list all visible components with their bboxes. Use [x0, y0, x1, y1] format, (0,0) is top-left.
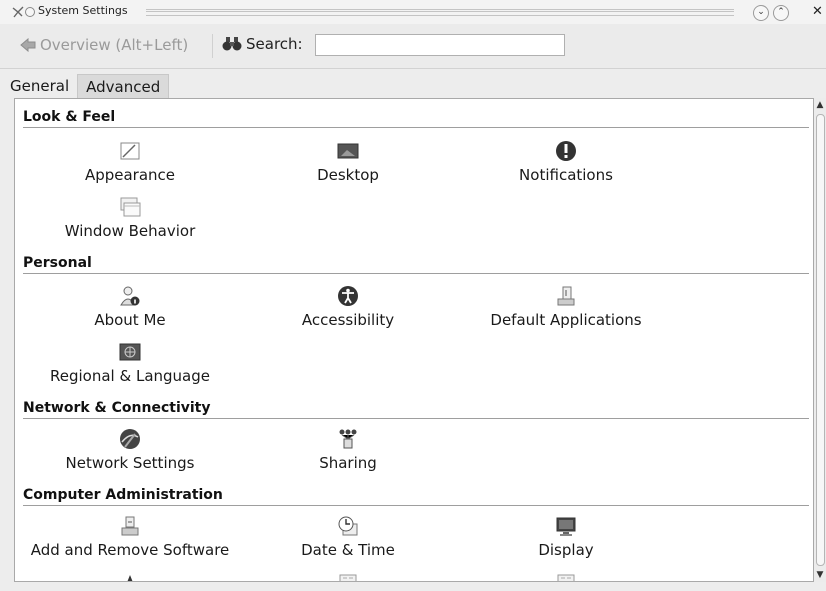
desktop-item[interactable]: Desktop	[233, 140, 463, 184]
appearance-item[interactable]: Appearance	[15, 140, 245, 184]
category-header-look-feel: Look & Feel	[23, 109, 809, 128]
close-icon: ✕	[812, 4, 823, 19]
toolbar-separator	[212, 34, 213, 58]
appearance-icon	[120, 142, 140, 160]
date-time-label: Date & Time	[301, 541, 395, 559]
about-me-label: About Me	[94, 311, 166, 329]
date-time-item[interactable]: Date & Time	[233, 515, 463, 559]
window-behavior-label: Window Behavior	[64, 222, 196, 240]
overview-button-label: Overview (Alt+Left)	[40, 36, 189, 54]
display-item[interactable]: Display	[451, 515, 681, 559]
appearance-label: Appearance	[84, 166, 176, 184]
partial-item-3[interactable]	[451, 571, 681, 581]
about-me-item[interactable]: About Me	[15, 285, 245, 329]
scroll-up-button[interactable]: ▲	[815, 100, 825, 110]
software-icon	[121, 516, 139, 536]
notifications-label: Notifications	[519, 166, 613, 184]
scrollbar-thumb[interactable]	[816, 114, 825, 566]
partial-icon-1	[127, 575, 133, 581]
maximize-button[interactable]: ⌃	[773, 5, 789, 21]
sharing-item[interactable]: Sharing	[233, 428, 463, 472]
category-header-network: Network & Connectivity	[23, 400, 809, 419]
toolbar: Overview (Alt+Left) Search:	[0, 24, 826, 69]
partial-icon-2	[339, 574, 357, 581]
desktop-icon	[337, 143, 359, 159]
scroll-down-button[interactable]: ▼	[815, 570, 825, 580]
desktop-label: Desktop	[317, 166, 379, 184]
display-label: Display	[538, 541, 594, 559]
sharing-icon	[339, 429, 357, 449]
tab-bar: General Advanced	[10, 74, 170, 98]
chevron-down-icon: ▼	[816, 570, 824, 580]
partial-item-2[interactable]	[233, 571, 463, 581]
add-remove-software-item[interactable]: Add and Remove Software	[15, 515, 245, 559]
partial-icon-3	[557, 574, 575, 581]
binoculars-icon	[222, 37, 242, 51]
network-settings-icon	[120, 429, 140, 449]
regional-language-item[interactable]: Regional & Language	[15, 341, 245, 385]
search-label: Search:	[246, 35, 303, 53]
vertical-scrollbar[interactable]: ▲ ▼	[814, 98, 826, 582]
notifications-item[interactable]: Notifications	[451, 140, 681, 184]
regional-language-icon	[119, 343, 141, 361]
chevron-down-icon: ⌄	[757, 7, 765, 17]
date-time-icon	[338, 516, 358, 536]
title-bar-grip	[146, 9, 734, 16]
display-icon	[556, 517, 576, 536]
search-input[interactable]	[315, 34, 565, 56]
default-applications-item[interactable]: Default Applications	[451, 285, 681, 329]
default-applications-label: Default Applications	[490, 311, 642, 329]
accessibility-item[interactable]: Accessibility	[233, 285, 463, 329]
tab-general[interactable]: General	[10, 74, 78, 98]
close-button[interactable]: ✕	[812, 4, 823, 19]
accessibility-icon	[338, 286, 358, 306]
overview-button[interactable]: Overview (Alt+Left)	[20, 36, 188, 54]
settings-panel: Look & Feel Appearance Desktop Notificat…	[14, 98, 814, 582]
title-bar: System Settings ⌄ ⌃ ✕	[0, 0, 826, 25]
search-label-group: Search:	[222, 35, 303, 53]
network-settings-label: Network Settings	[65, 454, 195, 472]
app-menu-icon[interactable]	[12, 6, 24, 18]
network-settings-item[interactable]: Network Settings	[15, 428, 245, 472]
add-remove-software-label: Add and Remove Software	[30, 541, 230, 559]
window-title: System Settings	[38, 4, 128, 17]
chevron-up-icon: ▲	[816, 100, 824, 110]
chevron-up-icon: ⌃	[777, 7, 785, 17]
sharing-label: Sharing	[319, 454, 377, 472]
sticky-icon[interactable]	[24, 6, 36, 18]
category-header-personal: Personal	[23, 255, 809, 274]
window-behavior-icon	[120, 197, 141, 217]
regional-language-label: Regional & Language	[50, 367, 210, 385]
category-header-computer-admin: Computer Administration	[23, 487, 809, 506]
accessibility-label: Accessibility	[301, 311, 395, 329]
back-arrow-icon	[20, 38, 36, 52]
notifications-icon	[556, 141, 576, 161]
partial-item-1[interactable]	[15, 571, 245, 581]
window-behavior-item[interactable]: Window Behavior	[15, 196, 245, 240]
tab-advanced[interactable]: Advanced	[77, 74, 170, 98]
default-applications-icon	[557, 286, 575, 306]
minimize-button[interactable]: ⌄	[753, 5, 769, 21]
about-me-icon	[120, 286, 140, 306]
